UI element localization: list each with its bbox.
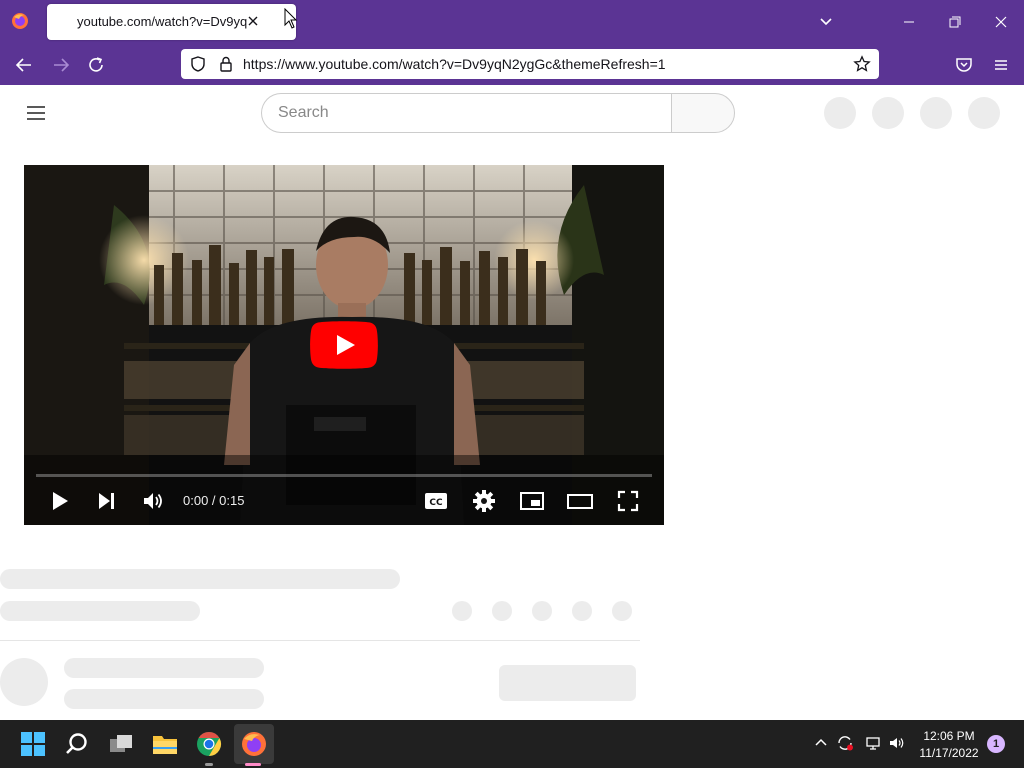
title-skeleton [0,569,400,589]
taskbar: 12:06 PM 11/17/2022 1 [0,720,1024,768]
action-skeleton-3 [532,601,552,621]
progress-bar[interactable] [36,474,652,477]
hamburger-menu-icon[interactable] [24,101,48,125]
action-skeleton-5 [612,601,632,621]
bookmark-star-icon[interactable] [853,55,871,73]
time-display: 0:00 / 0:15 [183,493,245,508]
firefox-icon[interactable] [10,11,30,31]
channel-skeleton [0,601,200,621]
windows-start-icon[interactable] [19,730,47,758]
miniplayer-icon[interactable] [516,485,548,517]
action-skeleton-1 [452,601,472,621]
mouse-cursor-icon [284,8,298,29]
divider [0,640,640,641]
settings-gear-icon[interactable] [468,485,500,517]
window-close-icon[interactable] [978,0,1024,44]
captions-icon[interactable]: CC [420,485,452,517]
placeholder-icon-3 [920,97,952,129]
action-skeleton-4 [572,601,592,621]
volume-icon[interactable] [137,485,169,517]
owner-name-skeleton [64,658,264,678]
shield-icon[interactable] [189,55,207,73]
sync-icon[interactable] [836,734,854,752]
clock-time[interactable]: 12:06 PM [918,729,980,743]
placeholder-icon-1 [824,97,856,129]
lock-icon[interactable] [217,55,235,73]
player-controls: 0:00 / 0:15 CC [24,481,664,521]
restore-icon[interactable] [932,0,978,44]
search-icon[interactable] [63,730,91,758]
address-bar[interactable]: https://www.youtube.com/watch?v=Dv9yqN2y… [181,49,879,79]
firefox-running-indicator [245,763,261,766]
chevron-down-icon[interactable] [816,12,836,32]
close-icon[interactable] [244,12,262,30]
theater-mode-icon[interactable] [564,485,596,517]
action-skeleton-2 [492,601,512,621]
placeholder-avatar [968,97,1000,129]
task-view-icon[interactable] [107,730,135,758]
subscriber-skeleton [64,689,264,709]
play-icon[interactable] [43,485,75,517]
search-button[interactable] [671,93,735,133]
subscribe-skeleton [499,665,636,701]
search-box[interactable]: Search [261,93,672,133]
volume-tray-icon[interactable] [888,734,906,752]
firefox-taskbar-icon[interactable] [240,730,268,758]
next-icon[interactable] [90,485,122,517]
notification-badge[interactable]: 1 [987,735,1005,753]
reload-icon[interactable] [84,53,108,77]
video-player[interactable]: 0:00 / 0:15 CC [24,165,664,525]
placeholder-icon-2 [872,97,904,129]
tab-title: youtube.com/watch?v=Dv9yqN2ygGc [77,14,247,29]
chevron-up-icon[interactable] [812,734,830,752]
large-play-button[interactable] [310,321,378,369]
back-icon[interactable] [12,53,36,77]
search-input[interactable]: Search [278,104,329,122]
tab-bar: youtube.com/watch?v=Dv9yqN2ygGc [0,0,1024,44]
chrome-icon[interactable] [195,730,223,758]
network-icon[interactable] [864,734,882,752]
navigation-bar: https://www.youtube.com/watch?v=Dv9yqN2y… [0,44,1024,85]
chrome-running-indicator [205,763,213,766]
clock-date[interactable]: 11/17/2022 [914,746,984,760]
avatar-skeleton [0,658,48,706]
youtube-page: Search 0:00 / 0:15 CC [0,85,1024,720]
file-explorer-icon[interactable] [151,730,179,758]
url-text[interactable]: https://www.youtube.com/watch?v=Dv9yqN2y… [243,56,666,72]
fullscreen-icon[interactable] [612,485,644,517]
pocket-icon[interactable] [952,53,976,77]
svg-text:CC: CC [429,498,443,508]
minimize-icon[interactable] [886,0,932,44]
menu-icon[interactable] [989,53,1013,77]
forward-icon[interactable] [49,53,73,77]
browser-tab[interactable]: youtube.com/watch?v=Dv9yqN2ygGc [47,4,296,40]
